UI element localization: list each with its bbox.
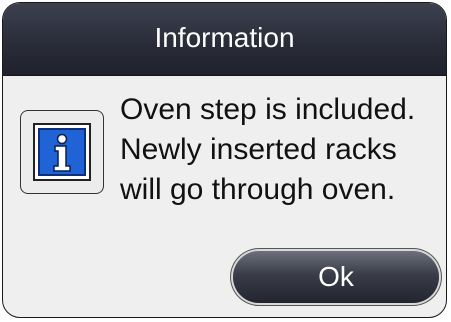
message-line: Newly inserted racks: [120, 133, 397, 166]
message-line: Oven step is included.: [120, 93, 416, 126]
message-line: will go through oven.: [120, 173, 396, 206]
dialog-title: Information: [154, 22, 295, 53]
info-icon-frame: [20, 110, 104, 194]
info-icon: [33, 123, 91, 181]
ok-button[interactable]: Ok: [233, 251, 439, 303]
dialog-titlebar: Information: [3, 3, 446, 76]
dialog-message: Oven step is included. Newly inserted ra…: [120, 90, 446, 210]
information-dialog: Information Oven step is included. Newly…: [2, 2, 447, 318]
